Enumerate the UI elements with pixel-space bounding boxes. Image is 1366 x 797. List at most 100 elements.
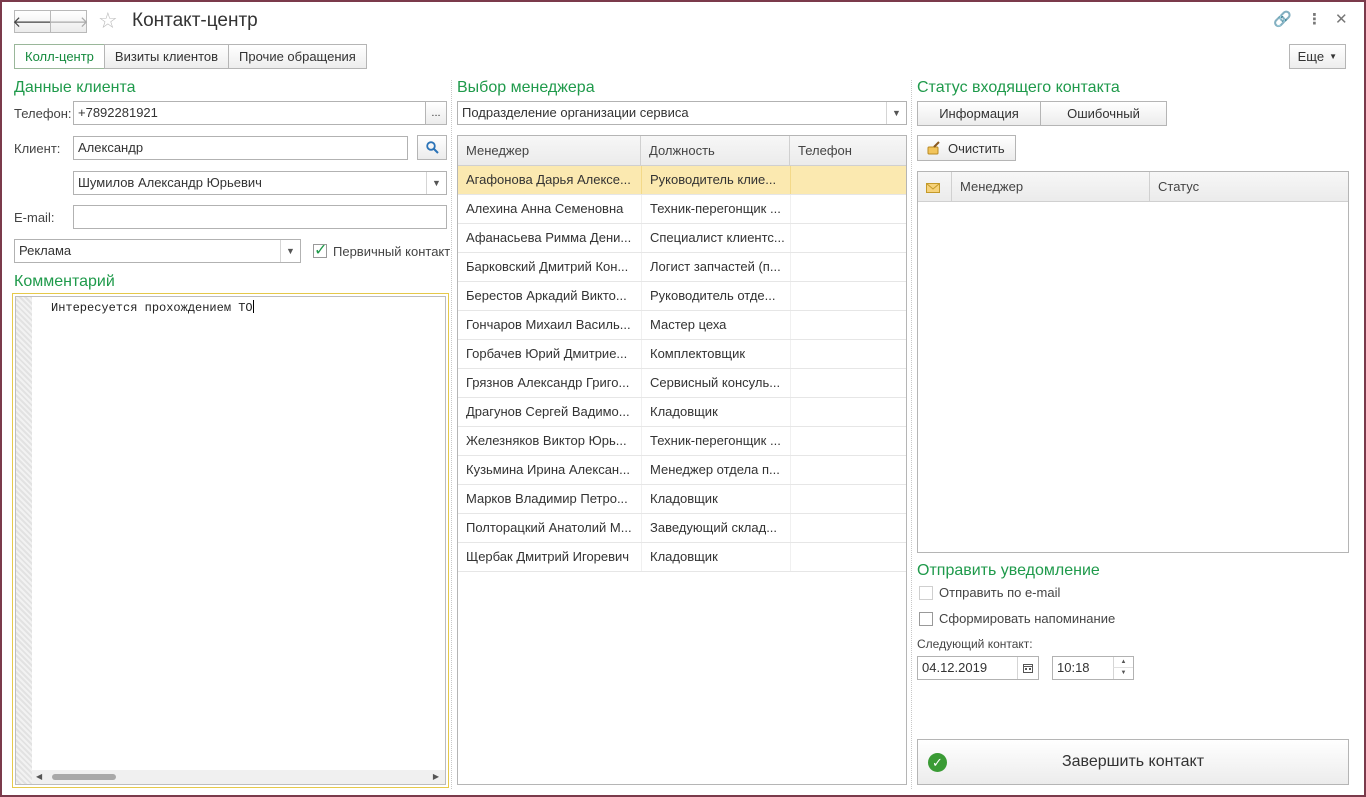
manager-name-cell: Берестов Аркадий Викто...	[466, 288, 627, 303]
table-row[interactable]: Грязнов Александр Григо... Сервисный конс…	[458, 369, 906, 398]
create-reminder-label: Сформировать напоминание	[939, 611, 1116, 626]
manager-name-cell: Драгунов Сергей Вадимо...	[466, 404, 630, 419]
status-info-button[interactable]: Информация	[917, 101, 1041, 126]
manager-name-cell: Железняков Виктор Юрь...	[466, 433, 627, 448]
chevron-down-icon[interactable]: ▼	[426, 172, 446, 194]
more-menu-button[interactable]: Еще ▼	[1288, 44, 1346, 69]
manager-position-cell: Техник-перегонщик ...	[641, 195, 790, 223]
table-row[interactable]: Афанасьева Римма Дени... Специалист клиен…	[458, 224, 906, 253]
comment-editor[interactable]: Интересуется прохождением ТО ◀ ▶	[12, 293, 449, 788]
client-field[interactable]: Александр	[73, 136, 408, 160]
next-contact-time-value: 10:18	[1057, 660, 1090, 675]
column-divider	[911, 80, 912, 789]
client-fullname-select[interactable]: Шумилов Александр Юрьевич ▼	[73, 171, 447, 195]
scroll-right-icon[interactable]: ▶	[433, 772, 439, 781]
source-select[interactable]: Реклама ▼	[14, 239, 301, 263]
column-header-manager[interactable]: Менеджер	[458, 136, 641, 166]
table-row[interactable]: Марков Владимир Петро... Кладовщик	[458, 485, 906, 514]
tab-client-visits[interactable]: Визиты клиентов	[103, 44, 230, 69]
email-field[interactable]	[73, 205, 447, 229]
link-icon[interactable]: 🔗	[1273, 10, 1292, 28]
arrow-left-icon: 🡐	[12, 14, 53, 31]
manager-position-cell: Сервисный консуль...	[641, 369, 790, 397]
close-icon[interactable]: ✕	[1335, 10, 1348, 28]
send-email-checkbox[interactable]	[919, 586, 933, 600]
window-title: Контакт-центр	[132, 10, 258, 31]
managers-table-header: Менеджер Должность Телефон	[458, 136, 906, 166]
table-row[interactable]: Полторацкий Анатолий М... Заведующий скла…	[458, 514, 906, 543]
client-fullname-value: Шумилов Александр Юрьевич	[78, 175, 262, 190]
column-header-notify[interactable]	[918, 172, 952, 202]
scrollbar-thumb[interactable]	[52, 774, 116, 780]
manager-section-title: Выбор менеджера	[457, 79, 595, 96]
comment-text[interactable]: Интересуется прохождением ТО	[51, 300, 254, 315]
manager-name-cell: Грязнов Александр Григо...	[466, 375, 630, 390]
finish-contact-button[interactable]: ✓ Завершить контакт	[917, 739, 1349, 785]
table-row[interactable]: Агафонова Дарья Алексе... Руководитель кл…	[458, 166, 906, 195]
table-row[interactable]: Гончаров Михаил Василь... Мастер цеха	[458, 311, 906, 340]
check-circle-icon: ✓	[928, 753, 947, 772]
create-reminder-checkbox[interactable]	[919, 612, 933, 626]
manager-position-cell: Руководитель отде...	[641, 282, 790, 310]
table-row[interactable]: Горбачев Юрий Дмитрие... Комплектовщик	[458, 340, 906, 369]
broom-icon	[927, 141, 940, 155]
next-contact-time-field[interactable]: 10:18 ▲ ▼	[1052, 656, 1134, 680]
horizontal-scrollbar[interactable]: ◀ ▶	[32, 770, 445, 784]
manager-position-cell: Мастер цеха	[641, 311, 790, 339]
manager-phone-cell	[790, 369, 906, 397]
department-select[interactable]: Подразделение организации сервиса ▼	[457, 101, 907, 125]
manager-name-cell: Гончаров Михаил Василь...	[466, 317, 631, 332]
forward-button[interactable]: 🡒	[48, 10, 89, 33]
column-header-position[interactable]: Должность	[641, 136, 790, 166]
table-row[interactable]: Барковский Дмитрий Кон... Логист запчасте…	[458, 253, 906, 282]
contact-center-window: 🡐 🡒 ☆ Контакт-центр 🔗 ⋮ ✕ Колл-центр Виз…	[0, 0, 1366, 797]
table-row[interactable]: Драгунов Сергей Вадимо... Кладовщик	[458, 398, 906, 427]
column-header-status[interactable]: Статус	[1150, 172, 1350, 202]
time-up-icon[interactable]: ▲	[1113, 657, 1133, 668]
status-section-title: Статус входящего контакта	[917, 79, 1120, 96]
manager-phone-cell	[790, 485, 906, 513]
more-actions-icon[interactable]: ⋮	[1307, 10, 1322, 28]
column-header-status-manager[interactable]: Менеджер	[952, 172, 1150, 202]
client-search-button[interactable]	[417, 135, 447, 160]
comment-text-value: Интересуется прохождением ТО	[51, 301, 253, 315]
column-header-phone[interactable]: Телефон	[790, 136, 906, 166]
manager-name-cell: Афанасьева Римма Дени...	[466, 230, 632, 245]
manager-phone-cell	[790, 514, 906, 542]
favorite-star-icon[interactable]: ☆	[98, 8, 118, 34]
department-value: Подразделение организации сервиса	[462, 105, 689, 120]
phone-select-button[interactable]: ...	[425, 101, 447, 125]
more-label: Еще	[1297, 49, 1325, 64]
email-label: E-mail:	[14, 210, 55, 225]
primary-contact-checkbox[interactable]	[313, 240, 327, 260]
manager-name-cell: Горбачев Юрий Дмитрие...	[466, 346, 628, 361]
table-row[interactable]: Берестов Аркадий Викто... Руководитель от…	[458, 282, 906, 311]
arrow-right-icon: 🡒	[48, 14, 89, 31]
time-down-icon[interactable]: ▼	[1113, 668, 1133, 679]
tab-call-center[interactable]: Колл-центр	[14, 44, 105, 69]
manager-position-cell: Специалист клиентс...	[641, 224, 790, 252]
manager-position-cell: Кладовщик	[641, 543, 790, 571]
scroll-left-icon[interactable]: ◀	[36, 772, 42, 781]
comment-editor-frame: Интересуется прохождением ТО ◀ ▶	[15, 296, 446, 785]
table-row[interactable]: Железняков Виктор Юрь... Техник-перегонщи…	[458, 427, 906, 456]
calendar-icon[interactable]	[1017, 657, 1038, 679]
back-button[interactable]: 🡐	[12, 10, 53, 33]
table-row[interactable]: Кузьмина Ирина Алексан... Менеджер отдела…	[458, 456, 906, 485]
manager-position-cell: Кладовщик	[641, 398, 790, 426]
chevron-down-icon[interactable]: ▼	[280, 240, 300, 262]
table-row[interactable]: Алехина Анна Семеновна Техник-перегонщик …	[458, 195, 906, 224]
tab-other-requests[interactable]: Прочие обращения	[228, 44, 367, 69]
manager-name-cell: Марков Владимир Петро...	[466, 491, 628, 506]
chevron-down-icon[interactable]: ▼	[886, 102, 906, 124]
phone-field[interactable]: +7892281921	[73, 101, 426, 125]
clear-button-label: Очистить	[948, 140, 1005, 156]
manager-phone-cell	[790, 253, 906, 281]
clear-button[interactable]: Очистить	[917, 135, 1016, 161]
client-section-title: Данные клиента	[14, 79, 136, 96]
status-error-button[interactable]: Ошибочный	[1040, 101, 1167, 126]
next-contact-date-field[interactable]: 04.12.2019	[917, 656, 1039, 680]
manager-position-cell: Кладовщик	[641, 485, 790, 513]
finish-contact-label: Завершить контакт	[1061, 753, 1205, 770]
table-row[interactable]: Щербак Дмитрий Игоревич Кладовщик	[458, 543, 906, 572]
